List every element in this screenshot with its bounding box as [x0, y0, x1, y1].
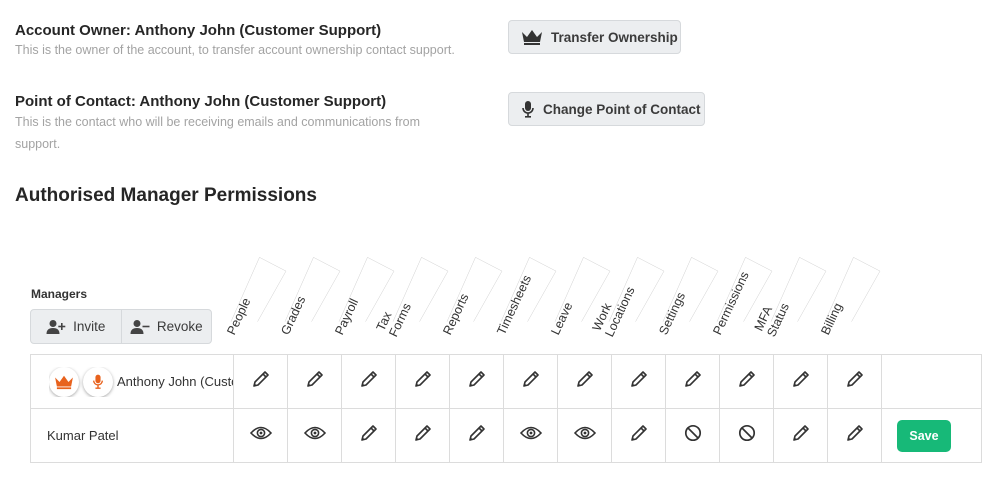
manager-name-cell: Kumar Patel	[30, 408, 234, 463]
edit-pencil-icon[interactable]	[413, 423, 433, 443]
permission-cell-settings	[665, 354, 720, 409]
permission-cell-permissions	[719, 408, 774, 463]
view-eye-icon[interactable]	[573, 425, 596, 441]
edit-pencil-icon[interactable]	[521, 369, 541, 389]
edit-pencil-icon[interactable]	[737, 369, 757, 389]
manager-name: Anthony John (Customer Support)	[117, 374, 233, 389]
no-access-icon[interactable]	[684, 424, 702, 442]
permission-cell-settings	[665, 408, 720, 463]
column-header-work-locations: Work Locations	[590, 224, 665, 355]
permission-cell-payroll	[341, 354, 396, 409]
permission-cell-grades	[287, 408, 342, 463]
row-action-cell: Save	[881, 408, 982, 463]
permission-cell-timesheets	[503, 408, 558, 463]
view-eye-icon[interactable]	[519, 425, 542, 441]
permission-cell-people	[233, 408, 288, 463]
edit-pencil-icon[interactable]	[575, 369, 595, 389]
revoke-button[interactable]: Revoke	[120, 310, 212, 343]
permissions-table: Anthony John (Customer Support) Kumar Pat…	[30, 354, 982, 463]
point-of-contact-description: This is the contact who will be receivin…	[15, 115, 421, 151]
edit-pencil-icon[interactable]	[467, 369, 487, 389]
permission-cell-payroll	[341, 408, 396, 463]
add-user-icon	[46, 319, 66, 335]
transfer-ownership-button[interactable]: Transfer Ownership	[508, 20, 681, 54]
point-of-contact-title: Point of Contact: Anthony John (Customer…	[15, 93, 387, 110]
column-header-leave: Leave	[548, 224, 611, 355]
permission-cell-tax-forms	[395, 354, 450, 409]
save-button[interactable]: Save	[897, 419, 951, 452]
view-eye-icon[interactable]	[303, 425, 326, 441]
edit-pencil-icon[interactable]	[305, 369, 325, 389]
section-title: Authorised Manager Permissions	[15, 185, 317, 206]
column-header-reports: Reports	[440, 224, 503, 355]
column-header-payroll: Payroll	[332, 224, 395, 355]
permission-cell-people	[233, 354, 288, 409]
column-header-timesheets: Timesheets	[494, 224, 557, 355]
no-access-icon[interactable]	[738, 424, 756, 442]
edit-pencil-icon[interactable]	[413, 369, 433, 389]
edit-pencil-icon[interactable]	[845, 423, 865, 443]
column-header-tax-forms: Tax Forms	[374, 224, 449, 355]
edit-pencil-icon[interactable]	[359, 423, 379, 443]
manager-actions: Invite Revoke	[30, 309, 212, 344]
permission-cell-billing	[827, 408, 882, 463]
table-row: Anthony John (Customer Support)	[30, 354, 982, 409]
column-header-people: People	[224, 224, 287, 355]
change-point-of-contact-label: Change Point of Contact	[543, 101, 701, 117]
edit-pencil-icon[interactable]	[791, 369, 811, 389]
permission-cell-billing	[827, 354, 882, 409]
remove-user-icon	[130, 319, 150, 335]
column-header-billing: Billing	[818, 224, 881, 355]
revoke-label: Revoke	[156, 319, 203, 334]
invite-button[interactable]: Invite	[31, 310, 121, 343]
column-header-grades: Grades	[278, 224, 341, 355]
edit-pencil-icon[interactable]	[359, 369, 379, 389]
permission-cell-timesheets	[503, 354, 558, 409]
permission-cell-work-locations	[611, 408, 666, 463]
microphone-icon	[521, 100, 535, 118]
edit-pencil-icon[interactable]	[845, 369, 865, 389]
manager-name-wrap: Anthony John (Customer Support)	[49, 366, 233, 397]
permission-cell-mfa-status	[773, 354, 828, 409]
permission-cell-mfa-status	[773, 408, 828, 463]
permission-cell-leave	[557, 408, 612, 463]
edit-pencil-icon[interactable]	[791, 423, 811, 443]
edit-pencil-icon[interactable]	[629, 423, 649, 443]
microphone-icon	[83, 366, 113, 397]
permission-cell-leave	[557, 354, 612, 409]
change-point-of-contact-button[interactable]: Change Point of Contact	[508, 92, 705, 126]
permission-cell-grades	[287, 354, 342, 409]
column-header-mfa-status: MFA Status	[752, 224, 827, 355]
account-owner-title: Account Owner: Anthony John (Customer Su…	[15, 22, 382, 39]
edit-pencil-icon[interactable]	[683, 369, 703, 389]
edit-pencil-icon[interactable]	[251, 369, 271, 389]
table-row: Kumar Patel Save	[30, 408, 982, 463]
manager-name: Kumar Patel	[47, 428, 119, 443]
transfer-ownership-label: Transfer Ownership	[551, 29, 678, 45]
managers-label: Managers	[31, 287, 88, 301]
view-eye-icon[interactable]	[249, 425, 272, 441]
row-action-cell	[881, 354, 982, 409]
invite-label: Invite	[73, 319, 106, 334]
crown-icon	[521, 28, 543, 46]
column-header-permissions: Permissions	[710, 224, 773, 355]
permission-cell-reports	[449, 408, 504, 463]
permission-cell-permissions	[719, 354, 774, 409]
crown-icon	[49, 366, 79, 397]
permission-cell-reports	[449, 354, 504, 409]
permission-cell-tax-forms	[395, 408, 450, 463]
manager-name-cell: Anthony John (Customer Support)	[30, 354, 234, 409]
manager-name-wrap: Kumar Patel	[47, 428, 231, 443]
column-header-settings: Settings	[656, 224, 719, 355]
permission-cell-work-locations	[611, 354, 666, 409]
edit-pencil-icon[interactable]	[467, 423, 487, 443]
account-owner-description: This is the owner of the account, to tra…	[15, 43, 455, 57]
edit-pencil-icon[interactable]	[629, 369, 649, 389]
